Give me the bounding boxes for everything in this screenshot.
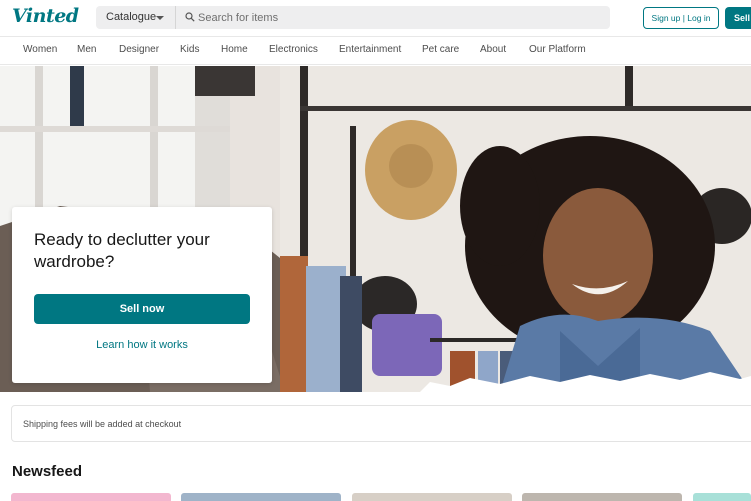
- catalogue-dropdown[interactable]: Catalogue: [96, 6, 176, 29]
- nav-item-entertainment[interactable]: Entertainment: [339, 44, 401, 55]
- search-input[interactable]: [198, 6, 598, 29]
- hero-banner: Ready to declutter your wardrobe? Sell n…: [0, 66, 751, 392]
- search-icon: [185, 12, 195, 22]
- feed-item-thumbnail[interactable]: [693, 493, 751, 501]
- feed-item-thumbnail[interactable]: [11, 493, 171, 501]
- newsfeed-title: Newsfeed: [12, 463, 83, 480]
- nav-item-designer[interactable]: Designer: [119, 44, 159, 55]
- nav-item-women[interactable]: Women: [23, 44, 57, 55]
- feed-item-thumbnail[interactable]: [352, 493, 512, 501]
- nav-item-kids[interactable]: Kids: [180, 44, 199, 55]
- top-header: Vinted Catalogue Sign up | Log in Sell n…: [0, 0, 751, 36]
- search-bar: Catalogue: [96, 6, 610, 29]
- feed-item-thumbnail[interactable]: [181, 493, 341, 501]
- signup-login-button[interactable]: Sign up | Log in: [643, 7, 719, 29]
- catalogue-label: Catalogue: [106, 11, 157, 23]
- nav-item-men[interactable]: Men: [77, 44, 96, 55]
- nav-item-electronics[interactable]: Electronics: [269, 44, 318, 55]
- category-nav: Women Men Designer Kids Home Electronics…: [0, 36, 751, 65]
- feed-item-thumbnail[interactable]: [522, 493, 682, 501]
- sell-now-button[interactable]: Sell now: [34, 294, 250, 324]
- shipping-notice: Shipping fees will be added at checkout: [11, 405, 751, 442]
- hero-title: Ready to declutter your wardrobe?: [34, 230, 210, 271]
- hero-card: Ready to declutter your wardrobe? Sell n…: [12, 207, 272, 383]
- shipping-notice-text: Shipping fees will be added at checkout: [23, 419, 182, 429]
- nav-item-our-platform[interactable]: Our Platform: [529, 44, 586, 55]
- learn-how-it-works-link[interactable]: Learn how it works: [34, 339, 250, 351]
- nav-item-home[interactable]: Home: [221, 44, 248, 55]
- nav-item-pet-care[interactable]: Pet care: [422, 44, 459, 55]
- sell-button[interactable]: Sell now: [725, 7, 751, 29]
- vinted-logo[interactable]: Vinted: [12, 5, 79, 27]
- chevron-down-icon: [156, 16, 164, 20]
- nav-item-about[interactable]: About: [480, 44, 506, 55]
